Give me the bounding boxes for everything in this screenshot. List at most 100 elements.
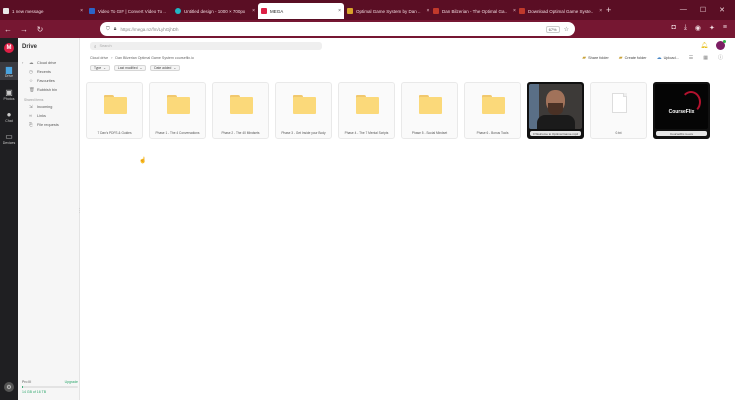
close-icon[interactable]: × [77, 8, 83, 14]
folder-card[interactable]: Phase 1 - The 4 Conversations [149, 82, 206, 139]
photos-icon: ▣ [5, 88, 13, 97]
sidebar-item-label: File requests [37, 122, 59, 127]
lock-icon[interactable]: 🔒︎ [114, 26, 117, 32]
mega-logo[interactable]: M [4, 43, 14, 53]
close-icon[interactable]: × [249, 8, 255, 14]
video-card[interactable]: 0 Welcome to Optimal Game.mp4 [527, 82, 584, 139]
close-icon[interactable]: × [335, 8, 341, 14]
mega-favicon [261, 8, 267, 14]
download-icon[interactable]: ⤓ [684, 24, 687, 32]
chevron-down-icon: ⌄ [103, 66, 106, 70]
rail-item-drive[interactable]: ▆ Drive [0, 62, 18, 80]
filter-last-modified[interactable]: Last modified ⌄ [113, 65, 147, 71]
tab-messages[interactable]: 1 new message × [0, 3, 86, 19]
tab-favicon [519, 8, 525, 14]
back-icon[interactable]: ← [0, 25, 16, 34]
address-bar[interactable]: ⛉ 🔒︎ https://mega.nz/fm/LyhGjhDh 67% ☆ [100, 22, 575, 36]
folder-card[interactable]: Phase 5 - Social Mindset [401, 82, 458, 139]
file-name: Phase 5 - Social Mindset [411, 131, 448, 135]
share-folder-label: Share folder [588, 55, 609, 60]
upgrade-link[interactable]: Upgrade [65, 380, 78, 384]
breadcrumb-current[interactable]: Dan Bilzerian Optimal Game System course… [115, 56, 194, 60]
filter-type[interactable]: Type ⌄ [90, 65, 110, 71]
zoom-indicator[interactable]: 67% [545, 25, 560, 33]
menu-icon[interactable]: ≡ [723, 24, 727, 32]
chevron-right-icon[interactable]: › [22, 60, 26, 65]
sidebar-item-links[interactable]: ∞ Links [22, 111, 78, 120]
tab-untitled-design[interactable]: Untitled design - 1000 × 700px × [172, 3, 258, 19]
mega-app: M ▆ Drive ▣ Photos ● Chat ▭ Devices ⚙ Dr… [0, 38, 735, 400]
create-folder-button[interactable]: ▰ Create folder [619, 55, 647, 61]
reload-icon[interactable]: ↻ [32, 25, 48, 34]
breadcrumb-root[interactable]: Cloud drive [90, 56, 108, 60]
tab-dan-bilzerian[interactable]: Dan Bilzerian - The Optimal Ga.. × [430, 3, 516, 19]
folder-card[interactable]: Phase 6 - Bonus Tools [464, 82, 521, 139]
search-input[interactable]: ⌕ Search [90, 42, 322, 50]
extensions-icon[interactable]: ✦ [709, 24, 715, 32]
search-placeholder: Search [99, 44, 112, 48]
image-card[interactable]: CourseFlix CourseFlix.io.ecs [653, 82, 710, 139]
list-view-icon[interactable]: ☰ [689, 55, 693, 61]
navigation-toolbar: ← → ↻ ⛉ 🔒︎ https://mega.nz/fm/LyhGjhDh 6… [0, 20, 735, 38]
file-name: CourseFlix.io.ecs [656, 131, 707, 136]
sidebar-item-file-requests[interactable]: ⎘ File requests [22, 120, 78, 129]
mouse-pointer-icon: ☝ [139, 158, 147, 164]
settings-icon[interactable]: ⚙ [4, 382, 14, 392]
trash-icon: 🗑︎ [29, 86, 35, 92]
forward-icon[interactable]: → [16, 25, 32, 34]
sidebar-item-cloud-drive[interactable]: › ☁ Cloud drive [22, 58, 78, 67]
tab-mega[interactable]: MEGA × [258, 3, 344, 19]
tab-title: Optimal Game System by Dan .. [356, 8, 421, 14]
folder-card[interactable]: Phase 3 - Get Inside your Body [275, 82, 332, 139]
tab-download-optimal[interactable]: Download Optimal Game Syste.. × [516, 3, 602, 19]
devices-icon: ▭ [5, 132, 13, 141]
document-card[interactable]: 0.txt [590, 82, 647, 139]
tab-favicon [347, 8, 353, 14]
folder-icon [356, 95, 379, 114]
close-window-icon[interactable]: ✕ [719, 6, 725, 14]
shield-icon[interactable]: ⛉ [106, 26, 110, 32]
sidebar-item-favourites[interactable]: ☆ Favourites [22, 76, 78, 85]
maximize-icon[interactable]: ☐ [700, 6, 706, 14]
tab-optimal-game[interactable]: Optimal Game System by Dan .. × [344, 3, 430, 19]
grid-view-icon[interactable]: ▦ [703, 55, 708, 61]
folder-card[interactable]: Phase 4 - The 7 Mental Scripts [338, 82, 395, 139]
info-icon[interactable]: ⓘ [718, 54, 723, 61]
sidebar-item-label: Recents [37, 69, 51, 74]
window-controls: — ☐ ✕ [680, 6, 735, 14]
search-icon: ⌕ [94, 43, 97, 49]
sidebar-item-label: Links [37, 113, 46, 118]
close-icon[interactable]: × [510, 8, 516, 14]
upload-button[interactable]: ☁ Upload... [657, 55, 679, 61]
rail-item-chat[interactable]: ● Chat [0, 110, 18, 128]
url-text[interactable]: https://mega.nz/fm/LyhGjhDh [120, 27, 178, 32]
rail-label: Devices [2, 141, 16, 145]
rail-item-devices[interactable]: ▭ Devices [0, 132, 18, 150]
avatar[interactable] [716, 40, 726, 50]
close-icon[interactable]: × [424, 8, 430, 14]
sidebar-item-incoming[interactable]: ⇲ Incoming [22, 102, 78, 111]
sidebar-item-rubbish-bin[interactable]: 🗑︎ Rubbish bin [22, 85, 78, 94]
close-icon[interactable]: × [596, 8, 602, 14]
tab-video-to-gif[interactable]: Video To GIF | Convert Video To .. × [86, 3, 172, 19]
folder-card[interactable]: 7 Dan's PDFS & Guides [86, 82, 143, 139]
share-folder-button[interactable]: ▰ Share folder [582, 55, 609, 61]
filter-label: Last modified [117, 66, 138, 70]
folder-icon: ▆ [5, 65, 13, 74]
link-icon: ∞ [29, 113, 33, 118]
sidebar-item-recents[interactable]: ◷ Recents [22, 67, 78, 76]
incoming-icon: ⇲ [29, 103, 33, 109]
chevron-down-icon: ⌄ [173, 66, 177, 70]
pocket-icon[interactable]: ◘ [672, 24, 676, 32]
folder-card[interactable]: Phase 2 - The 40 Mindsets [212, 82, 269, 139]
account-icon[interactable]: ◉ [695, 24, 701, 32]
minimize-icon[interactable]: — [680, 6, 687, 14]
courseflix-thumbnail: CourseFlix [655, 84, 708, 129]
bell-icon[interactable]: 🔔︎ [700, 42, 708, 49]
text-file-icon [612, 93, 627, 113]
filter-date-added[interactable]: Date added ⌄ [150, 65, 181, 71]
rail-item-photos[interactable]: ▣ Photos [0, 88, 18, 106]
new-tab-button[interactable]: + [606, 5, 611, 15]
bookmark-star-icon[interactable]: ☆ [564, 26, 569, 33]
clock-icon: ◷ [29, 68, 33, 74]
